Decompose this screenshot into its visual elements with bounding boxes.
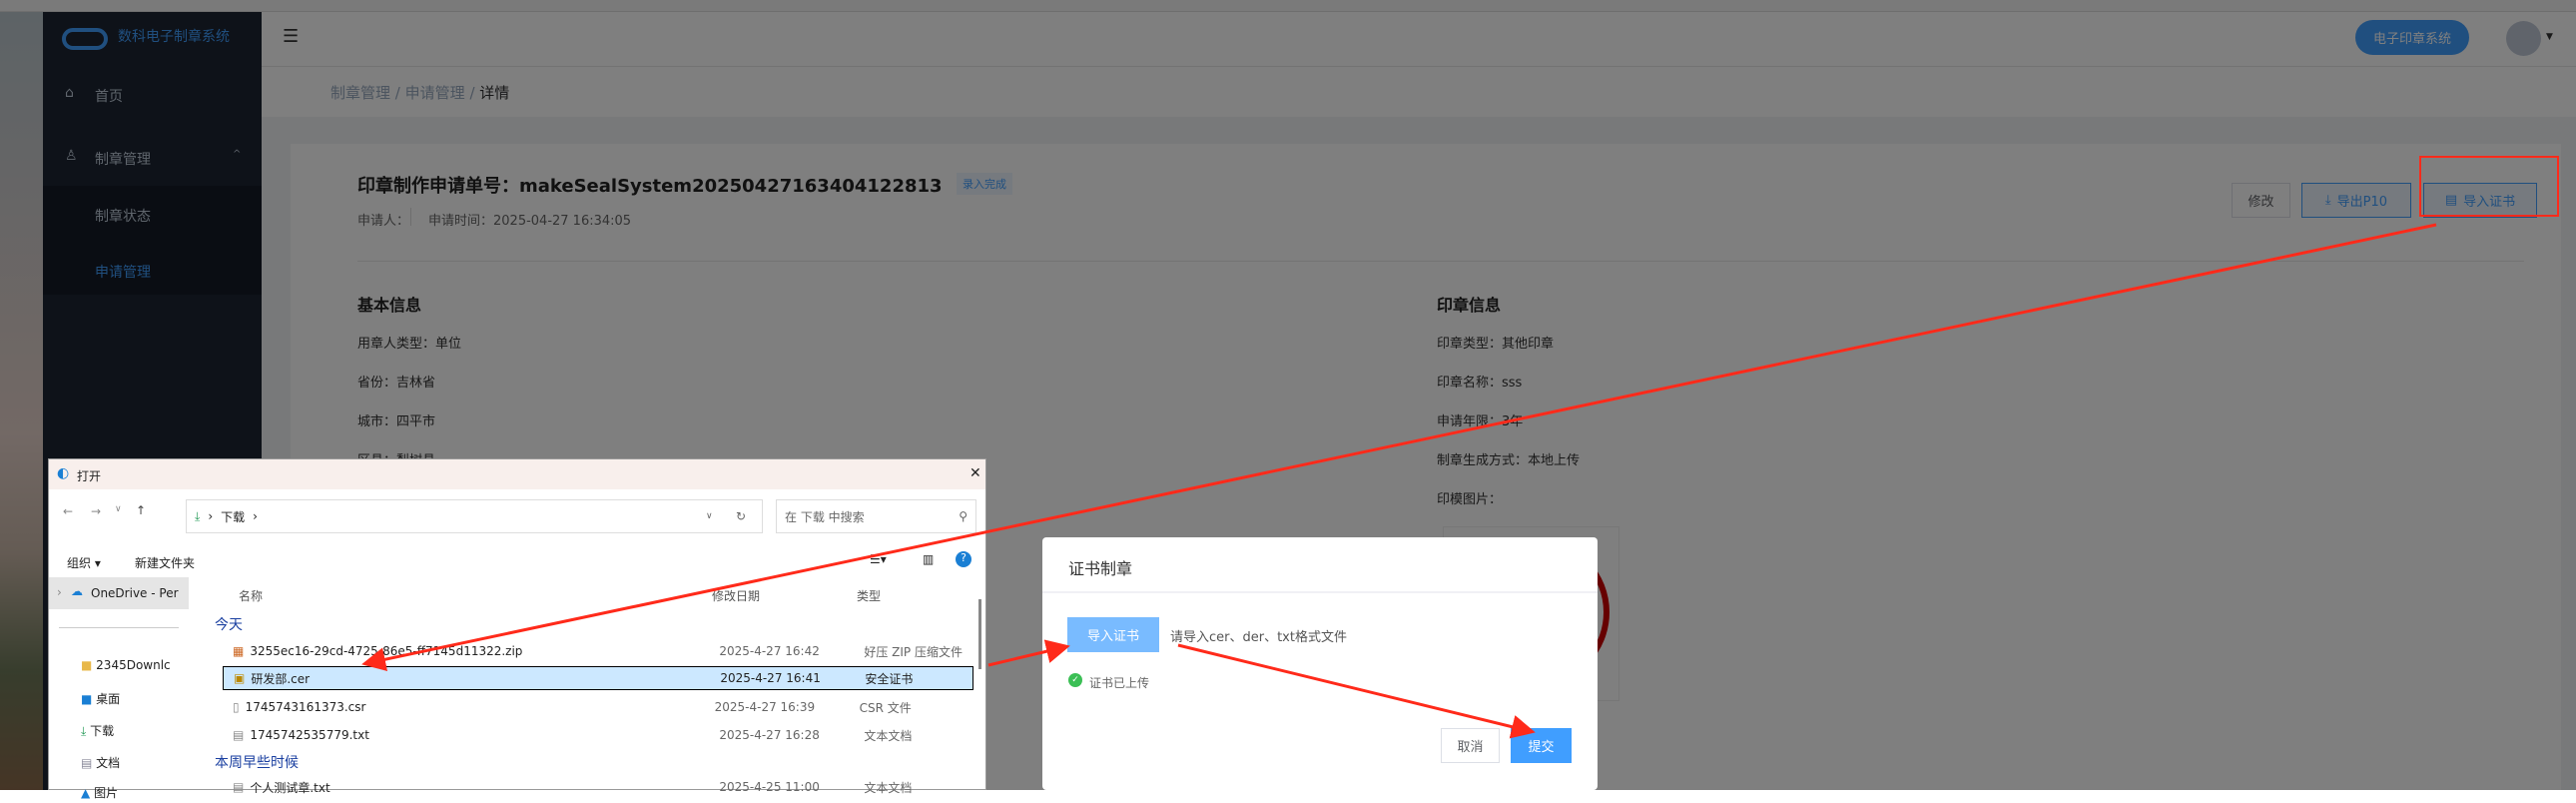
arrow-to-file — [361, 223, 2437, 672]
annotation-layer — [361, 156, 2559, 739]
arrow-to-import — [987, 639, 1070, 667]
highlight-box — [2419, 156, 2559, 217]
arrow-to-submit — [1177, 643, 1536, 739]
